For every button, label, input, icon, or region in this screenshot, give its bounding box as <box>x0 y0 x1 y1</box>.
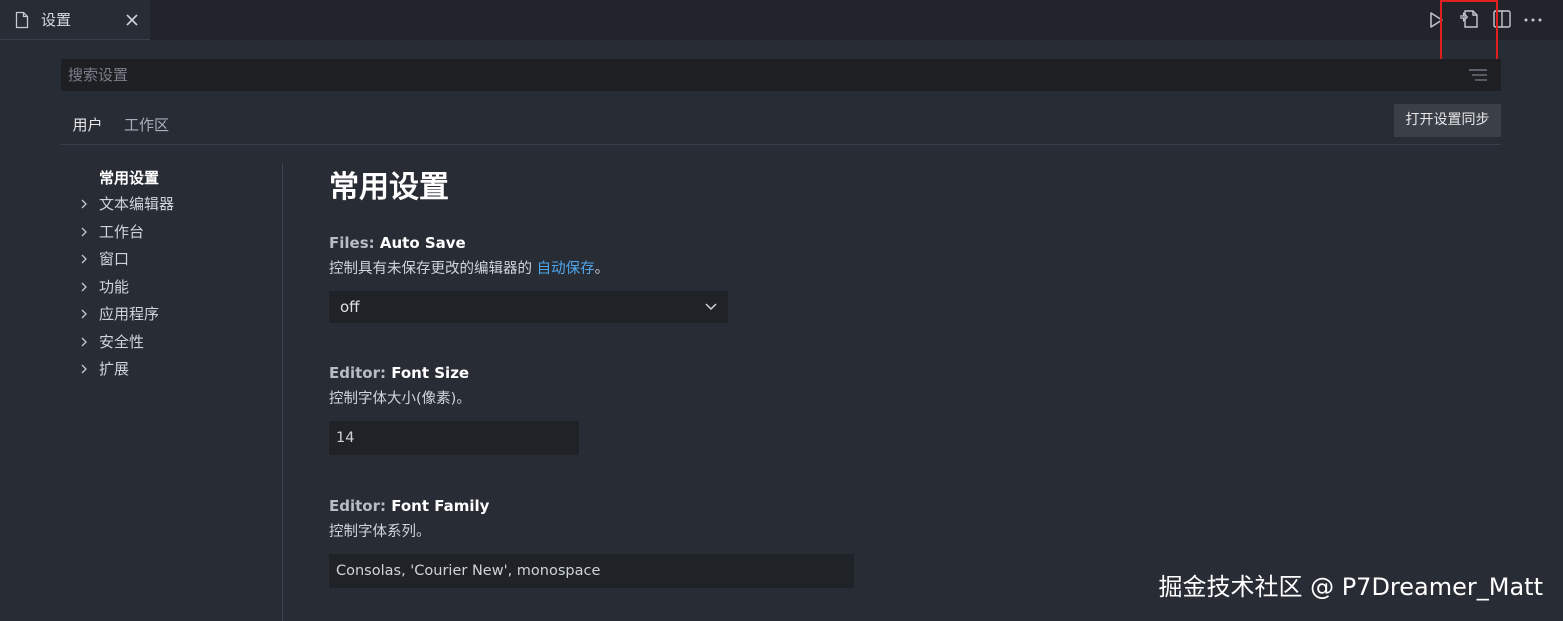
close-icon[interactable] <box>122 10 142 30</box>
font-family-input[interactable]: Consolas, 'Courier New', monospace <box>329 554 854 588</box>
toc-item-features[interactable]: 功能 <box>78 275 268 299</box>
search-bar <box>61 59 1501 91</box>
setting-category: Files: <box>329 234 380 252</box>
search-input[interactable] <box>61 59 1461 91</box>
select-value: off <box>340 298 360 316</box>
setting-category: Editor: <box>329 364 392 382</box>
page-title: 常用设置 <box>329 170 449 205</box>
chevron-down-icon <box>705 303 717 311</box>
toc-item-label: 安全性 <box>99 333 145 351</box>
chevron-right-icon <box>81 227 87 237</box>
toc-item-label: 功能 <box>99 278 130 296</box>
toc-item-text-editor[interactable]: 文本编辑器 <box>78 192 268 216</box>
toc-item-label: 扩展 <box>99 360 130 378</box>
setting-category: Editor: <box>329 497 392 515</box>
setting-description-font-size: 控制字体大小(像素)。 <box>329 391 471 407</box>
desc-text: 。 <box>594 261 610 277</box>
setting-description-auto-save: 控制具有未保存更改的编辑器的 自动保存。 <box>329 259 609 279</box>
toc-item-label: 常用设置 <box>99 169 160 187</box>
setting-title-font-size: Editor: Font Size <box>329 363 469 383</box>
chevron-right-icon <box>81 337 87 347</box>
highlight-annotation-box <box>1440 0 1498 61</box>
chevron-right-icon <box>81 254 87 264</box>
setting-name: Font Size <box>391 364 470 382</box>
toc-item-extensions[interactable]: 扩展 <box>78 357 268 381</box>
setting-description-font-family: 控制字体系列。 <box>329 524 431 540</box>
watermark: 掘金技术社区 @ P7Dreamer_Matt <box>1158 573 1543 601</box>
toc-item-label: 应用程序 <box>99 305 160 323</box>
more-actions-icon[interactable] <box>1521 8 1545 32</box>
chevron-right-icon <box>81 364 87 374</box>
font-size-input[interactable]: 14 <box>329 421 579 455</box>
chevron-right-icon <box>81 309 87 319</box>
toc-item-window[interactable]: 窗口 <box>78 247 268 271</box>
auto-save-select[interactable]: off <box>329 291 728 323</box>
setting-name: Font Family <box>391 497 490 515</box>
tab-bar: 设置 <box>0 0 1563 40</box>
file-icon <box>15 11 29 29</box>
setting-title-font-family: Editor: Font Family <box>329 496 489 516</box>
tab-label: 设置 <box>41 11 72 29</box>
setting-name: Auto Save <box>379 234 466 252</box>
open-settings-sync-button[interactable]: 打开设置同步 <box>1394 104 1501 137</box>
filter-icon[interactable] <box>1469 69 1487 81</box>
chevron-right-icon <box>81 199 87 209</box>
scope-divider <box>61 144 1501 145</box>
tab-settings[interactable]: 设置 <box>0 0 150 40</box>
chevron-right-icon <box>81 282 87 292</box>
tab-workspace[interactable]: 工作区 <box>124 113 169 145</box>
desc-text: 控制具有未保存更改的编辑器的 <box>329 261 537 277</box>
toc-divider <box>282 163 283 621</box>
settings-editor: 设置 用 <box>0 0 1563 621</box>
toc-item-common[interactable]: 常用设置 <box>78 166 268 190</box>
toc-item-label: 文本编辑器 <box>99 195 175 213</box>
tab-user[interactable]: 用户 <box>61 113 114 145</box>
setting-title-auto-save: Files: Auto Save <box>329 233 466 253</box>
toc-item-label: 工作台 <box>99 223 145 241</box>
toc-item-security[interactable]: 安全性 <box>78 330 268 354</box>
toc-item-application[interactable]: 应用程序 <box>78 302 268 326</box>
toc-item-label: 窗口 <box>99 250 130 268</box>
auto-save-link[interactable]: 自动保存 <box>537 261 595 277</box>
toc-item-workbench[interactable]: 工作台 <box>78 220 268 244</box>
